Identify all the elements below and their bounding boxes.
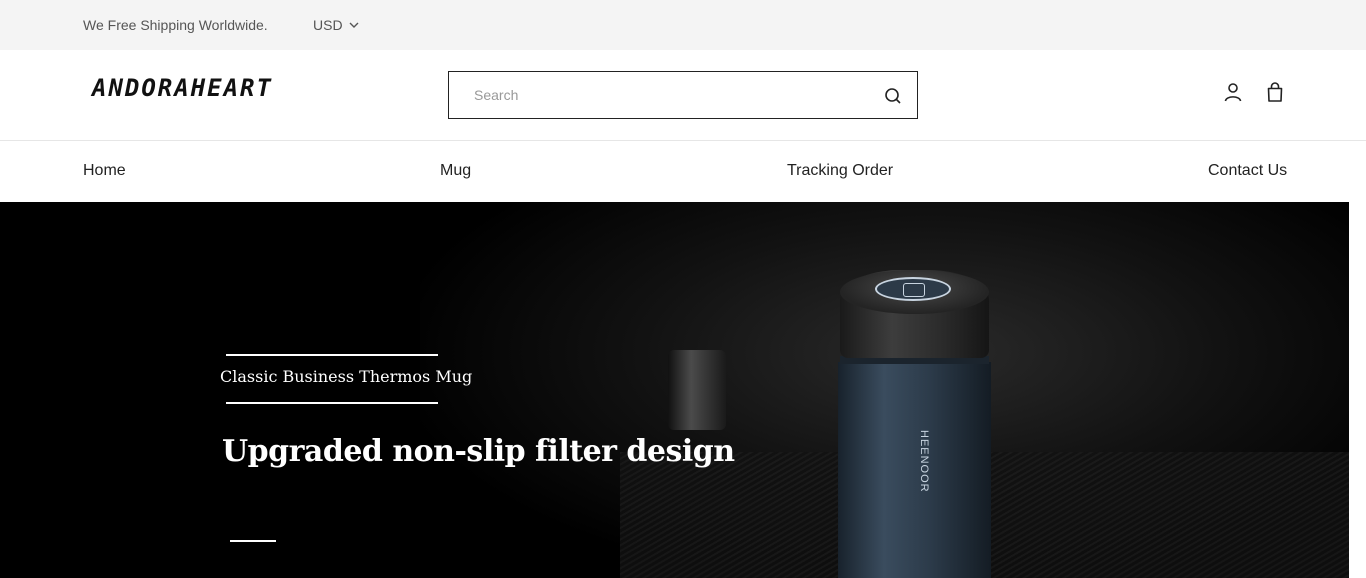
- site-logo[interactable]: ANDORAHEART: [92, 74, 273, 102]
- user-icon[interactable]: [1222, 81, 1244, 103]
- background-bottle-image: [668, 350, 726, 430]
- hero-headline: Upgraded non-slip filter design: [222, 434, 735, 469]
- chevron-down-icon: [349, 22, 359, 28]
- shopping-bag-icon[interactable]: [1264, 81, 1286, 103]
- mug-brand-text: HEENOOR: [918, 430, 930, 493]
- mug-badge: [875, 277, 951, 301]
- currency-selector[interactable]: USD: [313, 17, 359, 33]
- thermos-mug-image: HEENOOR: [838, 270, 991, 578]
- mug-badge-mark: [903, 283, 925, 297]
- search-input[interactable]: [449, 72, 869, 118]
- shipping-message: We Free Shipping Worldwide.: [83, 17, 268, 33]
- search-icon[interactable]: [883, 86, 903, 106]
- site-header: ANDORAHEART: [0, 50, 1366, 141]
- kicker-top-rule: [226, 354, 438, 356]
- search-bar: [448, 71, 918, 119]
- main-navigation: Home Mug Tracking Order Contact Us: [0, 141, 1366, 202]
- currency-label: USD: [313, 17, 343, 33]
- nav-item-contact-us[interactable]: Contact Us: [1208, 162, 1287, 180]
- kicker-bottom-rule: [226, 402, 438, 404]
- nav-item-tracking-order[interactable]: Tracking Order: [787, 162, 893, 180]
- hero-kicker: Classic Business Thermos Mug: [220, 367, 473, 386]
- nav-item-home[interactable]: Home: [83, 162, 126, 180]
- hero-accent-rule: [230, 540, 276, 542]
- hero-banner[interactable]: HEENOOR Classic Business Thermos Mug Upg…: [0, 202, 1349, 578]
- header-actions: [1222, 81, 1286, 103]
- announcement-bar: We Free Shipping Worldwide. USD: [0, 0, 1366, 50]
- nav-item-mug[interactable]: Mug: [440, 162, 471, 180]
